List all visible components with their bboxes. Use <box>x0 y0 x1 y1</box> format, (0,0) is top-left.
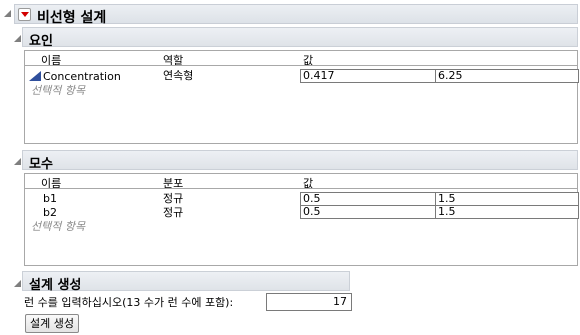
runs-label: 런 수를 입력하십시오(13 수가 런 수에 포함): <box>24 296 234 309</box>
factor-role[interactable]: 연속형 <box>163 69 193 82</box>
factors-header: 요인 <box>22 27 578 49</box>
outline-title: 비선형 설계 <box>37 10 107 26</box>
factor-high-value[interactable]: 6.25 <box>435 69 579 83</box>
factors-title: 요인 <box>29 34 53 49</box>
red-triangle-menu-icon[interactable] <box>18 8 31 21</box>
factors-optional-label: 선택적 항목 <box>31 84 86 97</box>
outline-header: 비선형 설계 <box>14 4 578 26</box>
outline-disclosure-icon[interactable] <box>4 10 11 17</box>
parameters-disclosure-icon[interactable] <box>14 158 21 165</box>
parameter-distribution[interactable]: 정규 <box>163 206 183 219</box>
factor-low-value[interactable]: 0.417 <box>300 69 436 83</box>
parameters-header: 모수 <box>22 150 578 172</box>
parameters-title: 모수 <box>29 157 53 172</box>
parameters-header-divider <box>25 188 577 189</box>
parameters-optional-label: 선택적 항목 <box>31 220 86 233</box>
factors-table: 이름 역할 값 Concentration 연속형 0.417 6.25 선택적… <box>24 50 579 144</box>
parameter-name[interactable]: b1 <box>43 192 57 205</box>
continuous-ramp-icon <box>29 71 41 81</box>
parameter-value-2[interactable]: 1.5 <box>435 205 579 219</box>
parameter-name[interactable]: b2 <box>43 206 57 219</box>
parameter-value-1[interactable]: 0.5 <box>300 205 436 219</box>
parameter-value-1[interactable]: 0.5 <box>300 192 436 206</box>
design-generation-title: 설계 생성 <box>29 278 82 293</box>
parameters-table: 이름 분포 값 b1 정규 0.5 1.5 b2 정규 0.5 1.5 선택적 … <box>24 173 579 266</box>
factors-disclosure-icon[interactable] <box>14 35 21 42</box>
factors-header-divider <box>25 65 577 66</box>
design-generation-header: 설계 생성 <box>22 271 350 293</box>
parameter-distribution[interactable]: 정규 <box>163 192 183 205</box>
design-generation-disclosure-icon[interactable] <box>14 280 21 287</box>
make-design-button[interactable]: 설계 생성 <box>25 314 79 333</box>
parameter-value-2[interactable]: 1.5 <box>435 192 579 206</box>
runs-input[interactable]: 17 <box>266 293 352 311</box>
factor-name[interactable]: Concentration <box>43 70 121 83</box>
